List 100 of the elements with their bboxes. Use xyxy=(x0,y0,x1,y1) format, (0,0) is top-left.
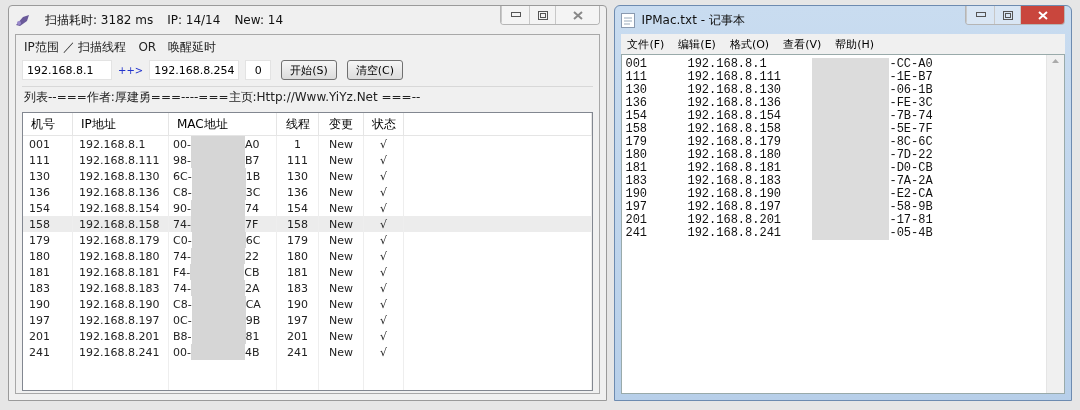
table-cell: 130 xyxy=(277,168,319,184)
column-header[interactable]: 状态 xyxy=(364,113,404,135)
table-cell: √ xyxy=(364,264,404,280)
text-line: 181 xyxy=(625,161,649,175)
table-cell: CA xyxy=(245,297,261,311)
table-cell: 192.168.8.197 xyxy=(73,312,169,328)
table-cell: √ xyxy=(364,296,404,312)
table-cell: 74- xyxy=(173,249,191,263)
column-header[interactable]: MAC地址 xyxy=(169,113,277,135)
table-cell: 241 xyxy=(23,344,73,360)
table-cell: 192.168.8.181 xyxy=(73,264,169,280)
table-cell: √ xyxy=(364,168,404,184)
table-cell: New xyxy=(319,328,364,344)
column-header[interactable]: 变更 xyxy=(319,113,364,135)
list-row[interactable]: 001 192.168.8.1 00- A0 1 New √ xyxy=(23,136,593,152)
list-row[interactable]: 180 192.168.8.180 74- 22 180 New √ xyxy=(23,248,593,264)
table-cell: New xyxy=(319,312,364,328)
table-cell: 136 xyxy=(277,184,319,200)
text-line: 111 xyxy=(625,70,649,84)
table-cell: 2A xyxy=(244,281,260,295)
table-cell: New xyxy=(319,232,364,248)
text-line: 192.168.8.201 xyxy=(687,213,783,227)
table-cell: New xyxy=(319,296,364,312)
list-row[interactable]: 183 192.168.8.183 74- 2A 183 New √ xyxy=(23,280,593,296)
text-line: 192.168.8.183 xyxy=(687,174,783,188)
text-line: 192.168.8.181 xyxy=(687,161,783,175)
menu-item[interactable]: 文件(F) xyxy=(627,36,665,52)
table-cell: B8- xyxy=(173,329,192,343)
table-cell: 180 xyxy=(277,248,319,264)
text-line: 179 xyxy=(625,135,649,149)
table-cell: 98- xyxy=(173,153,191,167)
text-line: 192.168.8.180 xyxy=(687,148,783,162)
text-line: -7A-2A xyxy=(889,174,934,188)
table-cell: 4B xyxy=(244,345,260,359)
column-header[interactable]: 线程 xyxy=(277,113,319,135)
end-ip-field[interactable]: 192.168.8.254 xyxy=(149,60,240,80)
start-button[interactable]: 开始(S) xyxy=(281,60,337,80)
text-line: 192.168.8.130 xyxy=(687,83,783,97)
table-cell: 201 xyxy=(277,328,319,344)
group-label: IP范围 ／ 扫描线程 OR 唤醒延时 xyxy=(23,39,218,56)
table-cell: 74- xyxy=(173,281,191,295)
text-line: -D0-CB xyxy=(889,161,934,175)
table-cell: A0 xyxy=(244,137,260,151)
text-line: -CC-A0 xyxy=(889,57,934,71)
start-ip-field[interactable]: 192.168.8.1 xyxy=(22,60,112,80)
list-row[interactable]: 111 192.168.8.111 98- B7 111 New √ xyxy=(23,152,593,168)
list-row[interactable]: 181 192.168.8.181 F4- CB 181 New √ xyxy=(23,264,593,280)
table-cell: New xyxy=(319,168,364,184)
delay-field[interactable]: 0 xyxy=(245,60,272,80)
text-line: -FE-3C xyxy=(889,96,934,110)
column-header[interactable]: IP地址 xyxy=(73,113,169,135)
range-arrow: ++> xyxy=(118,64,144,76)
menu-item[interactable]: 帮助(H) xyxy=(835,36,875,52)
table-cell: 190 xyxy=(277,296,319,312)
table-cell: √ xyxy=(364,232,404,248)
menu-item[interactable]: 编辑(E) xyxy=(678,36,716,52)
table-cell: 181 xyxy=(277,264,319,280)
text-line: 192.168.8.1 xyxy=(687,57,768,71)
table-cell: √ xyxy=(364,216,404,232)
text-line: -06-1B xyxy=(889,83,934,97)
table-cell: 7F xyxy=(244,217,259,231)
text-line: 154 xyxy=(625,109,649,123)
table-cell: New xyxy=(319,136,364,152)
table-cell: 192.168.8.136 xyxy=(73,184,169,200)
table-cell: New xyxy=(319,248,364,264)
text-line: -58-9B xyxy=(889,200,934,214)
table-cell: √ xyxy=(364,344,404,360)
table-cell: C8- xyxy=(173,297,192,311)
clear-button[interactable]: 清空(C) xyxy=(346,60,403,80)
column-header[interactable]: 机号 xyxy=(23,113,73,135)
list-row[interactable]: 241 192.168.8.241 00- 4B 241 New √ xyxy=(23,344,593,360)
table-cell: 158 xyxy=(277,216,319,232)
menu-item[interactable]: 查看(V) xyxy=(783,36,822,52)
table-cell: 181 xyxy=(23,264,73,280)
menu-item[interactable]: 格式(O) xyxy=(729,36,770,52)
table-cell: 192.168.8.158 xyxy=(73,216,169,232)
table-cell: New xyxy=(319,344,364,360)
table-cell: B7 xyxy=(244,153,260,167)
list-row[interactable]: 197 192.168.8.197 0C- 9B 197 New √ xyxy=(23,312,593,328)
table-cell: √ xyxy=(364,184,404,200)
list-row[interactable]: 130 192.168.8.130 6C- 1B 130 New √ xyxy=(23,168,593,184)
list-row[interactable]: 136 192.168.8.136 C8- 3C 136 New √ xyxy=(23,184,593,200)
text-line: 192.168.8.111 xyxy=(687,70,783,84)
table-cell: New xyxy=(319,264,364,280)
table-cell: 158 xyxy=(23,216,73,232)
text-line: -7D-22 xyxy=(889,148,934,162)
table-cell: F4- xyxy=(173,265,191,279)
list-row[interactable]: 201 192.168.8.201 B8- 81 201 New √ xyxy=(23,328,593,344)
text-line: 197 xyxy=(625,200,649,214)
table-cell: 192.168.8.241 xyxy=(73,344,169,360)
group-label: 列表--===作者:厚建勇===----===主页:Http://Www.YiYz.Net ===-- xyxy=(23,89,422,106)
list-row[interactable]: 179 192.168.8.179 C0- 6C 179 New √ xyxy=(23,232,593,248)
table-cell: 00- xyxy=(173,345,191,359)
text-line: 130 xyxy=(625,83,649,97)
list-row[interactable]: 190 192.168.8.190 C8- CA 190 New √ xyxy=(23,296,593,312)
table-cell: 179 xyxy=(23,232,73,248)
text-line: -5E-7F xyxy=(889,122,934,136)
list-row[interactable]: 158 192.168.8.158 74- 7F 158 New √ xyxy=(23,216,593,232)
table-cell: 192.168.8.130 xyxy=(73,168,169,184)
text-line: 180 xyxy=(625,148,649,162)
